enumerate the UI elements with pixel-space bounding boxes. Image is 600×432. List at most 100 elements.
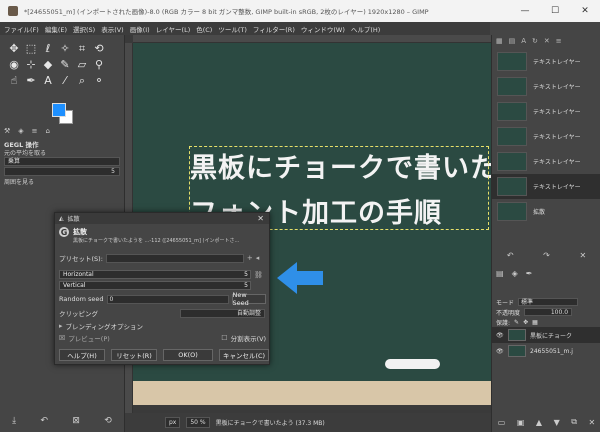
- brushes-tab-icon[interactable]: ▦: [496, 37, 503, 47]
- cancel-button[interactable]: キャンセル(C): [219, 349, 269, 361]
- preview-checkbox[interactable]: ☒: [59, 334, 65, 342]
- layer-item-image[interactable]: 👁 24655051_m.j: [492, 343, 600, 359]
- preset-select[interactable]: [105, 253, 244, 263]
- menu-tools[interactable]: ツール(T): [218, 24, 247, 34]
- menu-image[interactable]: 画像(I): [130, 24, 150, 34]
- eraser-icon[interactable]: ▱: [74, 57, 90, 72]
- cage-icon[interactable]: ⊹: [23, 57, 39, 72]
- gegl-option-1[interactable]: 元の平均を取る: [4, 148, 46, 157]
- text-tool-icon[interactable]: A: [40, 73, 56, 88]
- reset-button[interactable]: リセット(R): [111, 349, 157, 361]
- save-preset-icon[interactable]: ⤓: [12, 416, 16, 426]
- clone-icon[interactable]: ⚲: [91, 57, 107, 72]
- close-button[interactable]: ✕: [570, 0, 600, 22]
- maximize-button[interactable]: ☐: [540, 0, 570, 22]
- layers-tab-icon[interactable]: ▤: [496, 269, 504, 278]
- layer-mode-select[interactable]: 標準: [518, 298, 579, 306]
- dock-menu-icon[interactable]: ≡: [556, 37, 562, 47]
- reset-icon[interactable]: ⟲: [104, 416, 112, 426]
- fonts-tab-icon[interactable]: A: [521, 37, 526, 47]
- new-seed-button[interactable]: New Seed: [231, 291, 266, 307]
- lock-alpha-icon[interactable]: ▦: [532, 319, 538, 326]
- history-item[interactable]: 拡散: [492, 199, 600, 224]
- redo-icon[interactable]: ↷: [543, 251, 550, 260]
- gegl-mode-select[interactable]: 乗算: [4, 157, 120, 166]
- history-item[interactable]: テキストレイヤー: [492, 149, 600, 174]
- help-button[interactable]: ヘルプ(H): [59, 349, 105, 361]
- zoom-icon[interactable]: ⚬: [91, 73, 107, 88]
- clear-history-icon[interactable]: ✕: [579, 251, 586, 260]
- vertical-spinner[interactable]: Vertical 5: [59, 281, 251, 290]
- warp-icon[interactable]: ◉: [6, 57, 22, 72]
- paths-tab-icon[interactable]: ✒: [526, 269, 533, 278]
- add-preset-icon[interactable]: +: [247, 254, 253, 262]
- tab-tool-options[interactable]: ⚒: [4, 127, 10, 137]
- paths-icon[interactable]: ✒: [23, 73, 39, 88]
- lock-pixels-icon[interactable]: ✎: [514, 319, 519, 326]
- preset-menu-icon[interactable]: ◂: [256, 254, 260, 262]
- menu-color[interactable]: 色(C): [196, 24, 212, 34]
- color-picker-icon[interactable]: ⁄: [57, 73, 73, 88]
- delete-icon[interactable]: ⊠: [72, 416, 80, 426]
- zoom-select[interactable]: 50 %: [186, 417, 210, 428]
- menu-view[interactable]: 表示(V): [101, 24, 124, 34]
- bucket-fill-icon[interactable]: ◆: [40, 57, 56, 72]
- history-item[interactable]: テキストレイヤー: [492, 49, 600, 74]
- new-group-icon[interactable]: ▣: [517, 418, 525, 427]
- eye-icon[interactable]: 👁: [496, 348, 504, 355]
- new-layer-icon[interactable]: ▭: [498, 418, 506, 427]
- split-view-checkbox[interactable]: ☐: [221, 334, 227, 342]
- history-item[interactable]: テキストレイヤー: [492, 74, 600, 99]
- menu-windows[interactable]: ウィンドウ(W): [301, 24, 345, 34]
- layer-opacity-spinner[interactable]: 100.0: [524, 308, 573, 316]
- fg-bg-colors[interactable]: [52, 103, 74, 125]
- delete-layer-icon[interactable]: ✕: [588, 418, 595, 427]
- paintbrush-icon[interactable]: ✎: [57, 57, 73, 72]
- gegl-option-2[interactable]: 周囲を見る: [4, 177, 34, 186]
- move-tool-icon[interactable]: ✥: [6, 41, 22, 56]
- foreground-color-swatch[interactable]: [52, 103, 66, 117]
- menu-layer[interactable]: レイヤー(L): [156, 24, 191, 34]
- rect-select-icon[interactable]: ⬚: [23, 41, 39, 56]
- tab-undo[interactable]: ≡: [32, 127, 38, 137]
- smudge-icon[interactable]: ☝: [6, 73, 22, 88]
- history-item-selected[interactable]: テキストレイヤー: [492, 174, 600, 199]
- layer-item-text[interactable]: 👁 黒板にチョーク: [492, 327, 600, 343]
- lock-position-icon[interactable]: ✥: [523, 319, 528, 326]
- tab-device-status[interactable]: ◈: [18, 127, 23, 137]
- history-tab-icon[interactable]: ↻: [532, 37, 538, 47]
- eye-icon[interactable]: 👁: [496, 332, 504, 339]
- expander-icon[interactable]: ▸: [59, 322, 63, 330]
- clipping-select[interactable]: 自動調整: [180, 308, 265, 318]
- raise-layer-icon[interactable]: ▲: [536, 418, 542, 427]
- ok-button[interactable]: OK(O): [163, 349, 213, 361]
- history-item[interactable]: テキストレイヤー: [492, 124, 600, 149]
- tab-images[interactable]: ⌂: [46, 127, 50, 137]
- menu-edit[interactable]: 編集(E): [45, 24, 67, 34]
- lasso-icon[interactable]: ℓ: [40, 41, 56, 56]
- horizontal-spinner[interactable]: Horizontal 5: [59, 270, 251, 279]
- unified-transform-icon[interactable]: ⟲: [91, 41, 107, 56]
- minimize-button[interactable]: —: [510, 0, 540, 22]
- crop-icon[interactable]: ⌗: [74, 41, 90, 56]
- restore-icon[interactable]: ↶: [41, 416, 49, 426]
- chain-link-icon[interactable]: ⛓: [254, 271, 263, 279]
- gegl-value-spinner[interactable]: 5: [4, 167, 120, 176]
- menu-filters[interactable]: フィルター(R): [253, 24, 295, 34]
- menu-file[interactable]: ファイル(F): [4, 24, 39, 34]
- fuzzy-select-icon[interactable]: ✧: [57, 41, 73, 56]
- menu-select[interactable]: 選択(S): [73, 24, 95, 34]
- undo-icon[interactable]: ↶: [507, 251, 514, 260]
- blending-options-expander[interactable]: ブレンディングオプション: [66, 321, 144, 331]
- close-tab-icon[interactable]: ✕: [544, 37, 550, 47]
- measure-icon[interactable]: ⌕: [74, 73, 90, 88]
- lower-layer-icon[interactable]: ▼: [554, 418, 560, 427]
- menu-help[interactable]: ヘルプ(H): [351, 24, 380, 34]
- seed-input[interactable]: 0: [106, 294, 229, 304]
- unit-select[interactable]: px: [165, 417, 181, 428]
- history-item[interactable]: テキストレイヤー: [492, 99, 600, 124]
- dialog-close-icon[interactable]: ✕: [257, 214, 264, 223]
- patterns-tab-icon[interactable]: ▤: [509, 37, 516, 47]
- channels-tab-icon[interactable]: ◈: [512, 269, 518, 278]
- duplicate-layer-icon[interactable]: ⧉: [571, 417, 577, 427]
